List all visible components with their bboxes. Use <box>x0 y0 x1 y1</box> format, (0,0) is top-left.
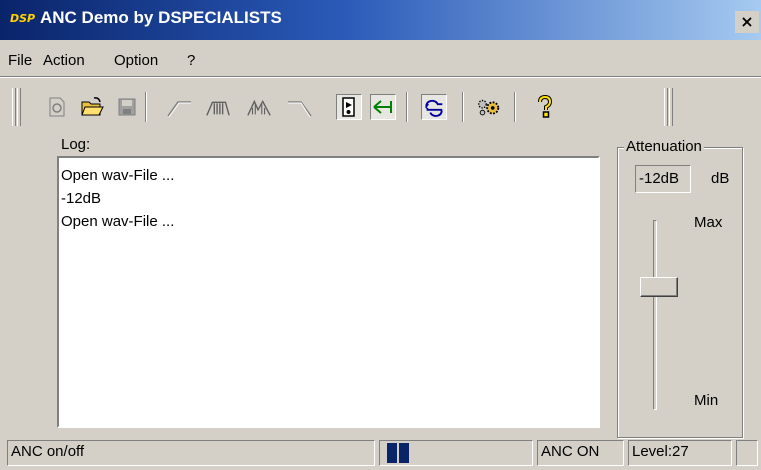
status-hint: ANC on/off <box>11 443 85 460</box>
toolbar-grip[interactable] <box>17 88 21 126</box>
status-anc-state: ANC ON <box>541 443 600 460</box>
lowpass-button[interactable] <box>287 94 313 120</box>
menu-help[interactable]: ? <box>187 52 195 69</box>
attenuation-value: -12dB <box>635 165 691 193</box>
multiband-button[interactable] <box>246 94 272 120</box>
toolbar-separator <box>514 92 516 122</box>
open-folder-icon <box>81 97 104 116</box>
dsp-logo: DSP <box>10 12 36 25</box>
speaker-icon <box>342 97 355 117</box>
speaker-button[interactable] <box>336 94 362 120</box>
title-bar[interactable]: DSP ANC Demo by DSPECIALISTS × <box>0 0 761 40</box>
toolbar-grip[interactable] <box>664 88 668 126</box>
attenuation-slider-track[interactable] <box>653 220 657 410</box>
help-button[interactable] <box>532 94 558 120</box>
log-textbox[interactable]: Open wav-File ... -12dB Open wav-File ..… <box>57 156 600 428</box>
settings-button[interactable] <box>476 94 502 120</box>
window-title: ANC Demo by DSPECIALISTS <box>40 8 282 27</box>
status-panel-empty <box>736 440 758 466</box>
slider-min-label: Min <box>694 392 719 409</box>
close-button[interactable]: × <box>735 11 759 33</box>
status-level: Level:27 <box>632 443 689 460</box>
bandpass-filter-icon <box>206 101 230 116</box>
anc-direction-button[interactable] <box>370 94 396 120</box>
open-file-button[interactable] <box>79 94 105 120</box>
toolbar-grip[interactable] <box>12 88 16 126</box>
log-line: -12dB <box>61 190 102 207</box>
log-label: Log: <box>61 136 91 153</box>
menu-option[interactable]: Option <box>114 52 158 69</box>
arrow-left-icon <box>373 100 392 114</box>
log-line: Open wav-File ... <box>61 167 175 184</box>
settings-gears-icon <box>478 99 500 116</box>
multiband-filter-icon <box>247 99 271 116</box>
toolbar-separator <box>462 92 464 122</box>
help-icon <box>538 95 553 118</box>
bandpass-button[interactable] <box>205 94 231 120</box>
attenuation-unit: dB <box>711 170 730 187</box>
attenuation-slider-thumb[interactable] <box>640 277 678 297</box>
menu-file[interactable]: File <box>8 52 32 69</box>
new-wav-icon <box>49 97 65 117</box>
highpass-filter-icon <box>167 101 191 118</box>
toolbar-separator <box>145 92 147 122</box>
loop-button[interactable] <box>421 94 447 120</box>
toolbar-separator <box>406 92 408 122</box>
progress-block <box>387 443 397 463</box>
progress-block <box>399 443 409 463</box>
menu-bar: File Action Option ? <box>0 44 761 74</box>
attenuation-title: Attenuation <box>624 138 704 155</box>
lowpass-filter-icon <box>288 101 312 118</box>
new-wav-button[interactable] <box>44 94 70 120</box>
slider-max-label: Max <box>694 214 723 231</box>
highpass-button[interactable] <box>166 94 192 120</box>
save-button[interactable] <box>114 94 140 120</box>
save-disk-icon <box>118 98 136 116</box>
app-window: DSP ANC Demo by DSPECIALISTS × File Acti… <box>0 0 761 470</box>
log-line: Open wav-File ... <box>61 213 175 230</box>
toolbar-grip[interactable] <box>669 88 673 126</box>
loop-icon <box>425 99 443 117</box>
menu-action[interactable]: Action <box>43 52 85 69</box>
